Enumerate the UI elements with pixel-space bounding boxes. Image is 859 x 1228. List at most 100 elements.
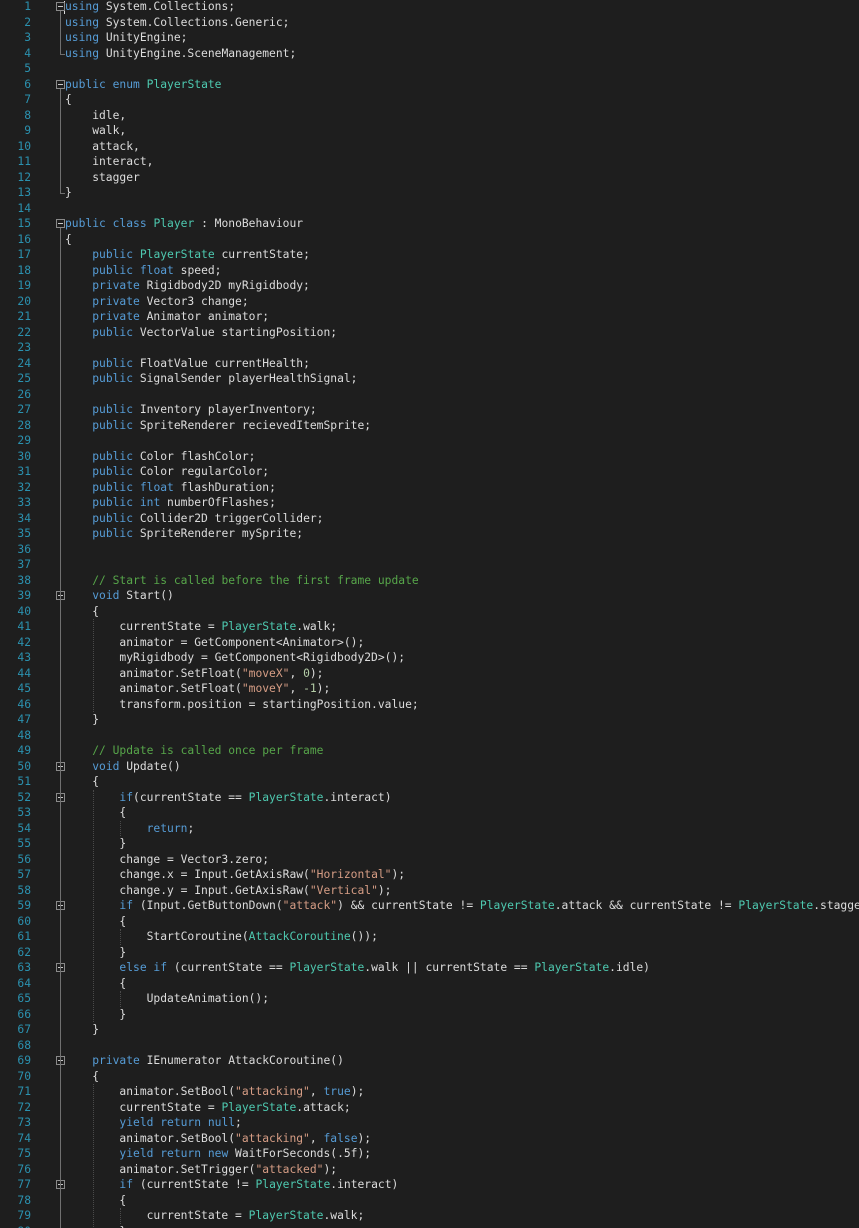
code-line[interactable]: 33 public int numberOfFlashes;	[0, 495, 859, 511]
code-line[interactable]: 5	[0, 61, 859, 77]
code-line[interactable]: 9 walk,	[0, 123, 859, 139]
code-line[interactable]: 40 {	[0, 604, 859, 620]
code-line[interactable]: 64 {	[0, 976, 859, 992]
code-line[interactable]: 6 public enum PlayerState	[0, 77, 859, 93]
code-line[interactable]: 23	[0, 340, 859, 356]
code-text: public class Player : MonoBehaviour	[65, 216, 303, 232]
code-line[interactable]: 44 animator.SetFloat("moveX", 0);	[0, 666, 859, 682]
code-line[interactable]: 1 using System.Collections;	[0, 0, 859, 15]
code-line[interactable]: 73 yield return null;	[0, 1115, 859, 1131]
line-number: 44	[17, 666, 31, 680]
code-line[interactable]: 32 public float flashDuration;	[0, 480, 859, 496]
code-line[interactable]: 16 {	[0, 232, 859, 248]
code-line[interactable]: 39 void Start()	[0, 588, 859, 604]
code-line[interactable]: 49 // Update is called once per frame	[0, 743, 859, 759]
code-token: false	[323, 1131, 358, 1145]
code-text: {	[65, 805, 126, 821]
code-line[interactable]: 24 public FloatValue currentHealth;	[0, 356, 859, 372]
code-line[interactable]: 31 public Color regularColor;	[0, 464, 859, 480]
code-line[interactable]: 3 using UnityEngine;	[0, 30, 859, 46]
code-line[interactable]: 41 currentState = PlayerState.walk;	[0, 619, 859, 635]
code-line[interactable]: 30 public Color flashColor;	[0, 449, 859, 465]
code-line[interactable]: 28 public SpriteRenderer recievedItemSpr…	[0, 418, 859, 434]
code-line[interactable]: 51 {	[0, 774, 859, 790]
code-line[interactable]: 66 }	[0, 1007, 859, 1023]
code-line[interactable]: 65 UpdateAnimation();	[0, 991, 859, 1007]
code-line[interactable]: 52 if(currentState == PlayerState.intera…	[0, 790, 859, 806]
code-line[interactable]: 34 public Collider2D triggerCollider;	[0, 511, 859, 527]
code-line[interactable]: 21 private Animator animator;	[0, 309, 859, 325]
code-line[interactable]: 20 private Vector3 change;	[0, 294, 859, 310]
code-line[interactable]: 60 {	[0, 914, 859, 930]
code-token: {	[65, 775, 100, 788]
code-line[interactable]: 46 transform.position = startingPosition…	[0, 697, 859, 713]
code-line[interactable]: 36	[0, 542, 859, 558]
code-line[interactable]: 12 stagger	[0, 170, 859, 186]
code-line[interactable]: 13}	[0, 185, 859, 201]
code-line[interactable]: 75 yield return new WaitForSeconds(.5f);	[0, 1146, 859, 1162]
code-token: "Horizontal"	[309, 868, 392, 881]
code-line[interactable]: 80 }	[0, 1224, 859, 1228]
code-line[interactable]: 26	[0, 387, 859, 403]
code-line[interactable]: 72 currentState = PlayerState.attack;	[0, 1100, 859, 1116]
code-line[interactable]: 71 animator.SetBool("attacking", true);	[0, 1084, 859, 1100]
code-editor[interactable]: 1 using System.Collections; 2 using System.…	[0, 0, 859, 1228]
outline-bar	[60, 228, 61, 1228]
code-line[interactable]: 29	[0, 433, 859, 449]
code-line[interactable]: 59 if (Input.GetButtonDown("attack") && …	[0, 898, 859, 914]
code-line[interactable]: 48	[0, 728, 859, 744]
code-line[interactable]: 14	[0, 201, 859, 217]
code-line[interactable]: 62 }	[0, 945, 859, 961]
code-line[interactable]: 69 private IEnumerator AttackCoroutine()	[0, 1053, 859, 1069]
collapse-region-icon[interactable]	[56, 79, 65, 89]
code-line[interactable]: 43 myRigidbody = GetComponent<Rigidbody2…	[0, 650, 859, 666]
collapse-region-icon[interactable]	[56, 219, 65, 228]
code-line[interactable]: 2 using System.Collections.Generic;	[0, 15, 859, 31]
code-line[interactable]: 68	[0, 1038, 859, 1054]
code-line[interactable]: 78 {	[0, 1193, 859, 1209]
code-line[interactable]: 8 idle,	[0, 108, 859, 124]
code-line[interactable]: 37	[0, 557, 859, 573]
code-line[interactable]: 57 change.x = Input.GetAxisRaw("Horizont…	[0, 867, 859, 883]
code-text: StartCoroutine(AttackCoroutine());	[65, 929, 378, 945]
code-token: interact,	[65, 155, 154, 168]
code-line[interactable]: 42 animator = GetComponent<Animator>();	[0, 635, 859, 651]
code-line[interactable]: 70 {	[0, 1069, 859, 1085]
code-line[interactable]: 7{	[0, 92, 859, 108]
code-line[interactable]: 53 {	[0, 805, 859, 821]
code-line[interactable]: 77 if (currentState != PlayerState.inter…	[0, 1177, 859, 1193]
code-line[interactable]: 10 attack,	[0, 139, 859, 155]
code-line[interactable]: 74 animator.SetBool("attacking", false);	[0, 1131, 859, 1147]
code-line[interactable]: 61 StartCoroutine(AttackCoroutine());	[0, 929, 859, 945]
code-line[interactable]: 27 public Inventory playerInventory;	[0, 402, 859, 418]
outline-bar	[60, 11, 61, 54]
code-line[interactable]: 47 }	[0, 712, 859, 728]
code-line[interactable]: 76 animator.SetTrigger("attacked");	[0, 1162, 859, 1178]
code-text: private Animator animator;	[65, 309, 269, 325]
code-token: yield return null	[119, 1116, 236, 1129]
code-line[interactable]: 55 }	[0, 836, 859, 852]
code-line[interactable]: 19 private Rigidbody2D myRigidbody;	[0, 278, 859, 294]
code-line[interactable]: 17 public PlayerState currentState;	[0, 247, 859, 263]
collapse-region-icon[interactable]	[56, 2, 65, 11]
code-line[interactable]: 18 public float speed;	[0, 263, 859, 279]
code-text: private IEnumerator AttackCoroutine()	[65, 1053, 344, 1069]
code-line[interactable]: 15 public class Player : MonoBehaviour	[0, 216, 859, 232]
code-line[interactable]: 67 }	[0, 1022, 859, 1038]
code-line[interactable]: 58 change.y = Input.GetAxisRaw("Vertical…	[0, 883, 859, 899]
code-line[interactable]: 22 public VectorValue startingPosition;	[0, 325, 859, 341]
code-line[interactable]: 4 using UnityEngine.SceneManagement;	[0, 46, 859, 62]
code-line[interactable]: 35 public SpriteRenderer mySprite;	[0, 526, 859, 542]
code-token: .walk;	[296, 620, 338, 633]
code-line[interactable]: 25 public SignalSender playerHealthSigna…	[0, 371, 859, 387]
code-line[interactable]: 54 return;	[0, 821, 859, 837]
code-line[interactable]: 79 currentState = PlayerState.walk;	[0, 1208, 859, 1224]
code-line[interactable]: 56 change = Vector3.zero;	[0, 852, 859, 868]
code-line[interactable]: 50 void Update()	[0, 759, 859, 775]
code-line[interactable]: 63 else if (currentState == PlayerState.…	[0, 960, 859, 976]
code-line[interactable]: 38 // Start is called before the first f…	[0, 573, 859, 589]
code-line[interactable]: 45 animator.SetFloat("moveY", -1);	[0, 681, 859, 697]
code-line[interactable]: 11 interact,	[0, 154, 859, 170]
